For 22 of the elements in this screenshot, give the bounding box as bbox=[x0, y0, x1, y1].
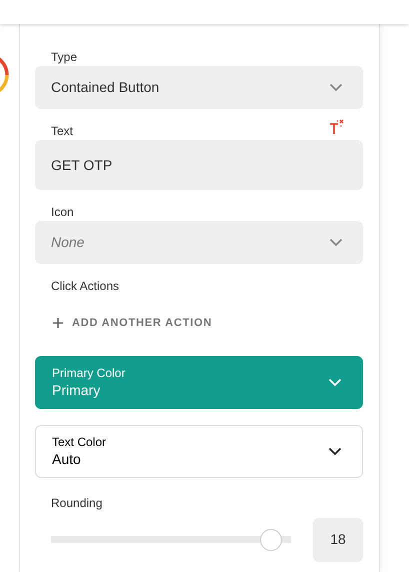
section-label: Click Actions bbox=[50, 278, 120, 295]
slider-label: Rounding bbox=[50, 494, 104, 512]
chevron-down-icon bbox=[329, 238, 343, 247]
select-label: Text Color bbox=[52, 434, 106, 450]
clear-format-icon[interactable] bbox=[328, 119, 344, 135]
field-label: Icon bbox=[50, 204, 74, 221]
slider-thumb[interactable] bbox=[260, 528, 282, 550]
chevron-down-icon bbox=[328, 446, 342, 456]
color-select[interactable]: Text Color Auto bbox=[35, 424, 363, 478]
select-field[interactable]: Contained Button bbox=[35, 66, 363, 109]
add-action-button[interactable]: ADD ANOTHER ACTION bbox=[35, 315, 212, 332]
chevron-down-icon bbox=[328, 378, 342, 386]
value-field[interactable]: 18 bbox=[313, 518, 363, 562]
field-label: Text bbox=[50, 123, 74, 140]
select-label: Primary Color bbox=[52, 365, 126, 381]
select-value: Primary bbox=[52, 381, 102, 399]
chevron-down-icon bbox=[329, 83, 343, 92]
plus-icon bbox=[53, 318, 63, 328]
select-field[interactable]: None bbox=[35, 221, 363, 264]
select-value: Auto bbox=[52, 450, 82, 468]
field-label: Type bbox=[50, 49, 78, 66]
text-field[interactable]: GET OTP bbox=[35, 140, 363, 190]
